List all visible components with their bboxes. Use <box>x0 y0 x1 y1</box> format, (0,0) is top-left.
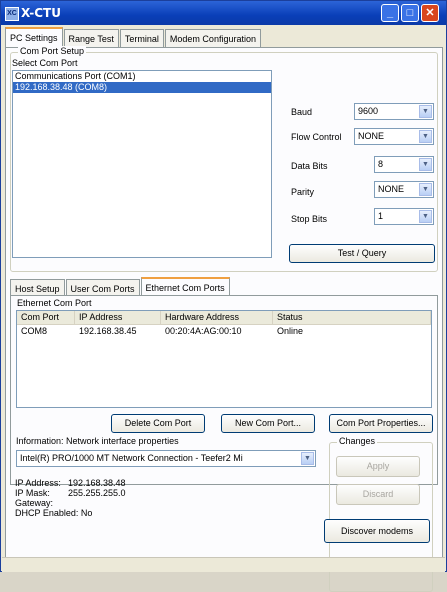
data-bits-label: Data Bits <box>291 161 328 171</box>
flow-control-label: Flow Control <box>291 132 342 142</box>
test-query-button[interactable]: Test / Query <box>289 244 435 263</box>
title-bar[interactable]: XC X-CTU _ □ ✕ <box>1 1 446 25</box>
xctu-window: XC X-CTU _ □ ✕ PC Settings Range Test Te… <box>0 0 447 592</box>
discard-button[interactable]: Discard <box>336 484 420 505</box>
column-status[interactable]: Status <box>273 311 431 324</box>
ip-address-value: 192.168.38.48 <box>68 478 126 488</box>
ip-mask-label: IP Mask: <box>15 488 50 498</box>
dhcp-label: DHCP Enabled: No <box>15 508 93 518</box>
ip-address-label: IP Address: <box>15 478 61 488</box>
minimize-icon: _ <box>386 7 394 19</box>
com-port-item-com1[interactable]: Communications Port (COM1) <box>13 71 271 82</box>
status-bar <box>2 557 445 572</box>
app-icon: XC <box>5 7 19 21</box>
new-com-port-button[interactable]: New Com Port... <box>221 414 315 433</box>
table-row[interactable]: COM8 192.168.38.45 00:20:4A:AG:00:10 Onl… <box>17 325 431 338</box>
discover-modems-button[interactable]: Discover modems <box>324 519 430 543</box>
apply-button[interactable]: Apply <box>336 456 420 477</box>
com-port-properties-button[interactable]: Com Port Properties... <box>329 414 433 433</box>
pc-settings-panel: Com Port Setup Select Com Port Communica… <box>5 46 443 592</box>
tab-modem-configuration[interactable]: Modem Configuration <box>164 29 261 48</box>
parity-select[interactable]: NONE ▼ <box>374 181 434 198</box>
maximize-icon: □ <box>406 7 414 19</box>
port-subtabs: Host Setup User Com Ports Ethernet Com P… <box>10 277 231 299</box>
com-port-list[interactable]: Communications Port (COM1) 192.168.38.48… <box>12 70 272 258</box>
network-adapter-value: Intel(R) PRO/1000 MT Network Connection … <box>20 453 243 463</box>
baud-select[interactable]: 9600 ▼ <box>354 103 434 120</box>
delete-com-port-button[interactable]: Delete Com Port <box>111 414 205 433</box>
cell-hardware-address: 00:20:4A:AG:00:10 <box>165 326 242 336</box>
flow-control-value: NONE <box>358 131 385 141</box>
column-hardware-address[interactable]: Hardware Address <box>161 311 273 324</box>
stop-bits-select[interactable]: 1 ▼ <box>374 208 434 225</box>
column-ip-address[interactable]: IP Address <box>75 311 161 324</box>
ethernet-com-port-label: Ethernet Com Port <box>15 298 94 308</box>
stop-bits-label: Stop Bits <box>291 214 328 224</box>
chevron-down-icon: ▼ <box>419 105 432 118</box>
select-com-port-label: Select Com Port <box>12 58 78 68</box>
com-port-item-com8[interactable]: 192.168.38.48 (COM8) <box>13 82 271 93</box>
chevron-down-icon: ▼ <box>419 183 432 196</box>
ethernet-port-table[interactable]: Com Port IP Address Hardware Address Sta… <box>16 310 432 408</box>
chevron-down-icon: ▼ <box>301 452 314 465</box>
data-bits-select[interactable]: 8 ▼ <box>374 156 434 173</box>
tab-terminal[interactable]: Terminal <box>119 29 164 48</box>
ip-mask-value: 255.255.255.0 <box>68 488 126 498</box>
com-port-setup-label: Com Port Setup <box>18 46 87 56</box>
parity-label: Parity <box>291 187 315 197</box>
minimize-button[interactable]: _ <box>381 4 399 22</box>
flow-control-select[interactable]: NONE ▼ <box>354 128 434 145</box>
stop-bits-value: 1 <box>378 211 384 221</box>
gateway-label: Gateway: <box>15 498 54 508</box>
cell-ip-address: 192.168.38.45 <box>79 326 137 336</box>
column-com-port[interactable]: Com Port <box>17 311 75 324</box>
close-icon: ✕ <box>425 7 435 19</box>
close-button[interactable]: ✕ <box>421 4 439 22</box>
main-tabs: PC Settings Range Test Terminal Modem Co… <box>5 27 262 49</box>
parity-value: NONE <box>378 184 405 194</box>
chevron-down-icon: ▼ <box>419 210 432 223</box>
baud-value: 9600 <box>358 106 379 116</box>
chevron-down-icon: ▼ <box>419 158 432 171</box>
window-title: X-CTU <box>21 6 61 20</box>
maximize-button[interactable]: □ <box>401 4 419 22</box>
changes-label: Changes <box>337 436 378 446</box>
baud-label: Baud <box>291 107 313 117</box>
table-header: Com Port IP Address Hardware Address Sta… <box>17 311 431 325</box>
chevron-down-icon: ▼ <box>419 130 432 143</box>
cell-status: Online <box>277 326 304 336</box>
data-bits-value: 8 <box>378 159 384 169</box>
network-adapter-select[interactable]: Intel(R) PRO/1000 MT Network Connection … <box>16 450 316 467</box>
cell-com-port: COM8 <box>21 326 48 336</box>
info-label: Information: Network interface propertie… <box>16 436 179 446</box>
